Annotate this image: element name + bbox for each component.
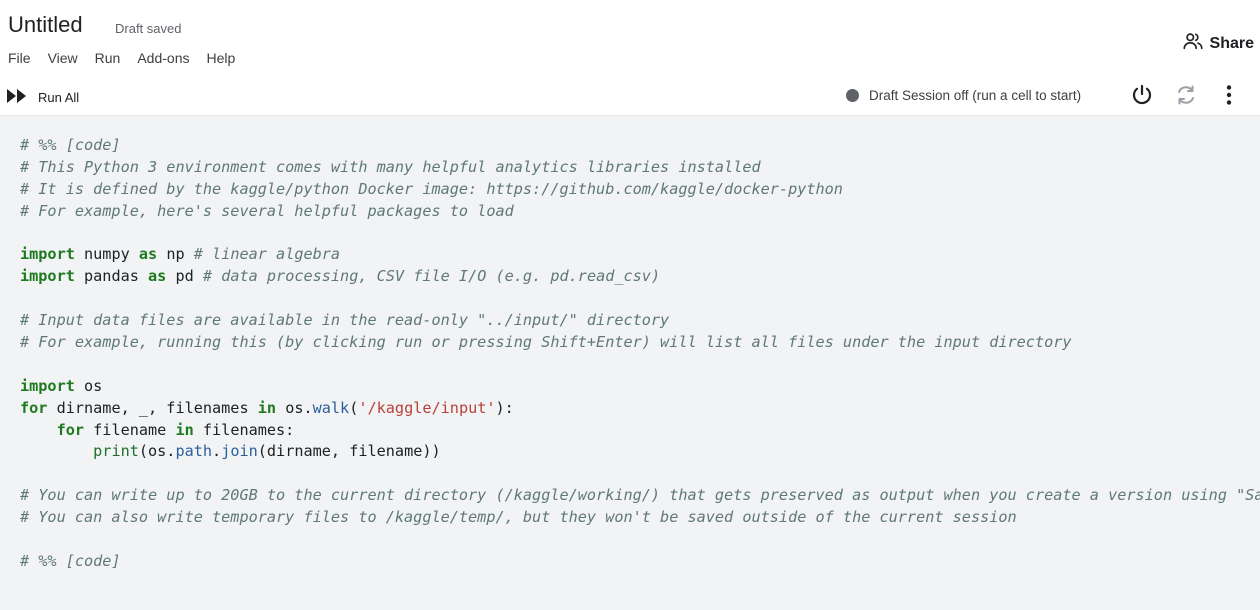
code-line: # It is defined by the kaggle/python Doc…: [20, 179, 1260, 201]
code-text: (dirname, filename)): [257, 442, 441, 461]
code-text: ):: [495, 398, 514, 417]
code-line: import os: [20, 376, 1260, 398]
code-text: numpy: [74, 245, 139, 264]
power-button[interactable]: [1129, 84, 1155, 110]
code-keyword: for: [20, 398, 48, 417]
draft-status: Draft saved: [115, 21, 182, 36]
code-text: pandas: [74, 267, 149, 286]
code-comment: # For example, here's several helpful pa…: [20, 201, 514, 220]
code-text: .: [212, 442, 222, 461]
code-function: print: [93, 442, 139, 461]
code-line: # %% [code]: [20, 551, 1260, 573]
run-all-label: Run All: [38, 90, 80, 105]
menu-file[interactable]: File: [8, 50, 31, 66]
code-comment: # Input data files are available in the …: [20, 311, 670, 330]
code-line: # You can write up to 20GB to the curren…: [20, 485, 1260, 507]
power-icon: [1130, 83, 1154, 112]
code-comment: # You can write up to 20GB to the curren…: [20, 486, 1260, 505]
code-comment: # This Python 3 environment comes with m…: [20, 157, 761, 176]
code-comment: # %% [code]: [20, 551, 121, 570]
code-line: for filename in filenames:: [20, 420, 1260, 442]
code-keyword: import: [20, 267, 75, 286]
menu-view[interactable]: View: [48, 50, 78, 66]
notebook-toolbar: Run All Draft Session off (run a cell to…: [0, 78, 1260, 116]
notebook-title[interactable]: Untitled: [8, 12, 83, 38]
code-comment: # data processing, CSV file I/O (e.g. pd…: [202, 267, 661, 286]
code-text: (: [349, 398, 359, 417]
code-keyword: for: [56, 420, 85, 439]
code-line: # For example, here's several helpful pa…: [20, 201, 1260, 223]
menu-run[interactable]: Run: [95, 50, 121, 66]
menu-bar: File View Run Add-ons Help: [8, 50, 252, 66]
notebook-header: Untitled Draft saved File View Run Add-o…: [0, 0, 1260, 79]
restart-button[interactable]: [1173, 84, 1199, 110]
menu-add-ons[interactable]: Add-ons: [137, 50, 189, 66]
more-options-button[interactable]: [1216, 84, 1242, 110]
code-text: os.: [276, 398, 313, 417]
code-comment: # It is defined by the kaggle/python Doc…: [20, 179, 843, 198]
code-text: os: [74, 376, 103, 395]
code-content[interactable]: # %% [code] # This Python 3 environment c…: [20, 135, 1260, 573]
code-attribute: join: [221, 442, 258, 461]
code-text: (os.: [138, 442, 176, 461]
code-keyword: as: [148, 267, 167, 286]
code-text: dirname, _, filenames: [47, 398, 258, 417]
code-text: filenames:: [193, 420, 295, 439]
code-line: print(os.path.join(dirname, filename)): [20, 441, 1260, 463]
code-keyword: import: [20, 376, 75, 395]
code-keyword: in: [175, 420, 194, 439]
code-line: # Input data files are available in the …: [20, 310, 1260, 332]
code-line: # For example, running this (by clicking…: [20, 332, 1260, 354]
session-status-text: Draft Session off (run a cell to start): [869, 88, 1082, 103]
code-text: filename: [84, 420, 176, 439]
code-line: for dirname, _, filenames in os.walk('/k…: [20, 398, 1260, 420]
code-text: pd: [166, 267, 203, 286]
status-dot: [846, 89, 859, 102]
menu-help[interactable]: Help: [207, 50, 236, 66]
code-string: '/kaggle/input': [358, 398, 496, 417]
code-line: # You can also write temporary files to …: [20, 507, 1260, 529]
people-icon: [1182, 30, 1204, 57]
code-attribute: path: [175, 442, 213, 461]
refresh-icon: [1174, 83, 1198, 112]
code-line: # This Python 3 environment comes with m…: [20, 157, 1260, 179]
code-editor[interactable]: # %% [code] # This Python 3 environment c…: [0, 116, 1260, 610]
code-keyword: as: [138, 245, 158, 264]
session-status: Draft Session off (run a cell to start): [846, 88, 1081, 103]
code-line: import numpy as np # linear algebra: [20, 244, 1260, 266]
code-comment: # For example, running this (by clicking…: [20, 333, 1072, 352]
code-text: np: [157, 245, 194, 264]
code-comment: # You can also write temporary files to …: [20, 508, 1017, 527]
code-keyword: import: [20, 245, 75, 264]
share-button[interactable]: Share: [1182, 30, 1254, 57]
code-keyword: in: [257, 398, 277, 417]
code-attribute: walk: [312, 398, 350, 417]
fast-forward-icon: [6, 87, 28, 108]
run-all-button[interactable]: Run All: [6, 87, 79, 108]
vertical-dots-icon: [1217, 83, 1241, 112]
code-line: import pandas as pd # data processing, C…: [20, 266, 1260, 288]
share-label: Share: [1209, 34, 1254, 52]
code-comment: # %% [code]: [20, 136, 121, 154]
code-line: # %% [code]: [20, 135, 1260, 157]
code-comment: # linear algebra: [193, 245, 341, 264]
